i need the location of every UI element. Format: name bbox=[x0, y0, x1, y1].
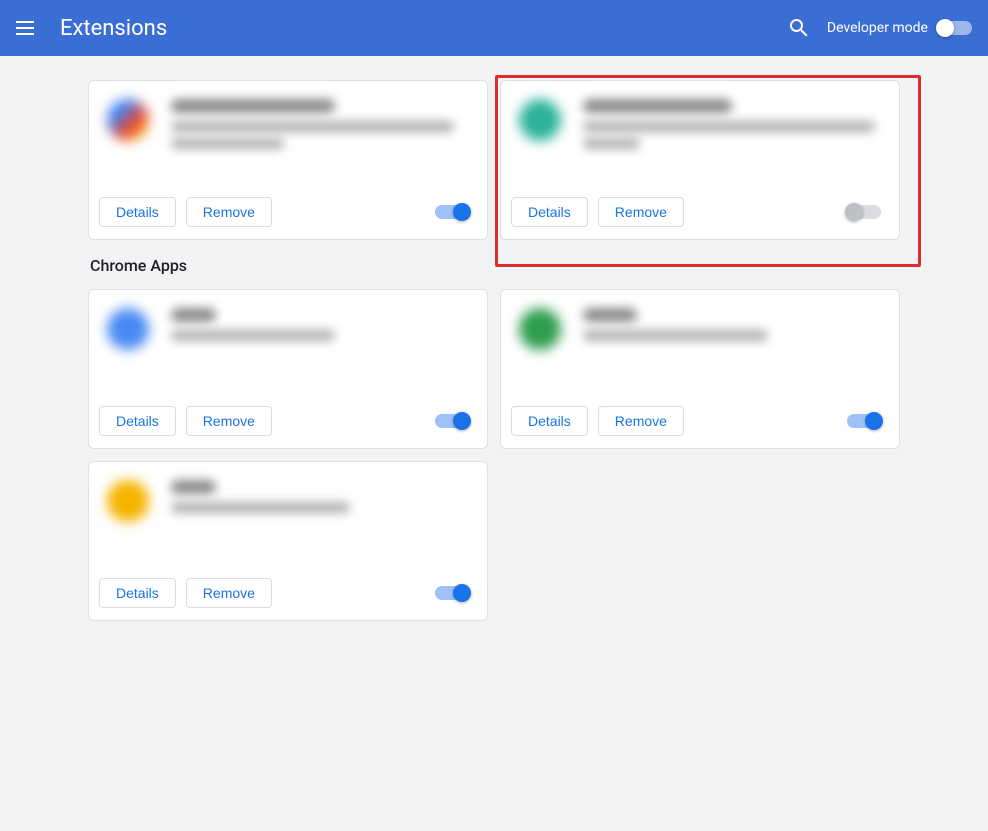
enable-toggle[interactable] bbox=[847, 414, 881, 428]
remove-button[interactable]: Remove bbox=[598, 197, 684, 227]
extension-title bbox=[171, 480, 216, 494]
extension-card: Details Remove bbox=[500, 80, 900, 240]
search-icon[interactable] bbox=[787, 16, 811, 40]
details-button[interactable]: Details bbox=[99, 197, 176, 227]
content-area: Details Remove Details Remove Chrome Apps D… bbox=[0, 56, 988, 645]
details-button[interactable]: Details bbox=[511, 197, 588, 227]
extension-description bbox=[171, 502, 350, 513]
page-title: Extensions bbox=[60, 16, 167, 41]
remove-button[interactable]: Remove bbox=[598, 406, 684, 436]
enable-toggle[interactable] bbox=[435, 414, 469, 428]
extension-card: Details Remove bbox=[88, 80, 488, 240]
extension-title bbox=[583, 308, 637, 322]
app-card: Details Remove bbox=[500, 289, 900, 449]
extension-icon bbox=[107, 480, 149, 522]
details-button[interactable]: Details bbox=[99, 578, 176, 608]
enable-toggle[interactable] bbox=[847, 205, 881, 219]
extension-title bbox=[171, 308, 216, 322]
extension-title bbox=[171, 99, 335, 113]
details-button[interactable]: Details bbox=[511, 406, 588, 436]
extension-description bbox=[583, 121, 875, 132]
chrome-apps-heading: Chrome Apps bbox=[90, 256, 898, 275]
extension-description bbox=[171, 330, 335, 341]
details-button[interactable]: Details bbox=[99, 406, 176, 436]
extension-description bbox=[583, 138, 640, 149]
remove-button[interactable]: Remove bbox=[186, 197, 272, 227]
extensions-grid: Details Remove Details Remove bbox=[88, 80, 900, 240]
extension-title bbox=[583, 99, 732, 113]
extension-icon bbox=[107, 99, 149, 141]
enable-toggle[interactable] bbox=[435, 586, 469, 600]
apps-grid: Details Remove Details Remove Details Remove bbox=[88, 289, 900, 621]
app-card: Details Remove bbox=[88, 289, 488, 449]
remove-button[interactable]: Remove bbox=[186, 578, 272, 608]
header-bar: Extensions Developer mode bbox=[0, 0, 988, 56]
enable-toggle[interactable] bbox=[435, 205, 469, 219]
app-card: Details Remove bbox=[88, 461, 488, 621]
extension-description bbox=[171, 121, 454, 132]
dev-mode-toggle[interactable] bbox=[938, 21, 972, 35]
extension-icon bbox=[519, 99, 561, 141]
hamburger-menu-icon[interactable] bbox=[16, 16, 40, 40]
extension-icon bbox=[107, 308, 149, 350]
remove-button[interactable]: Remove bbox=[186, 406, 272, 436]
dev-mode-label: Developer mode bbox=[827, 20, 928, 36]
extension-icon bbox=[519, 308, 561, 350]
extension-description bbox=[583, 330, 768, 341]
extension-description bbox=[171, 138, 284, 149]
